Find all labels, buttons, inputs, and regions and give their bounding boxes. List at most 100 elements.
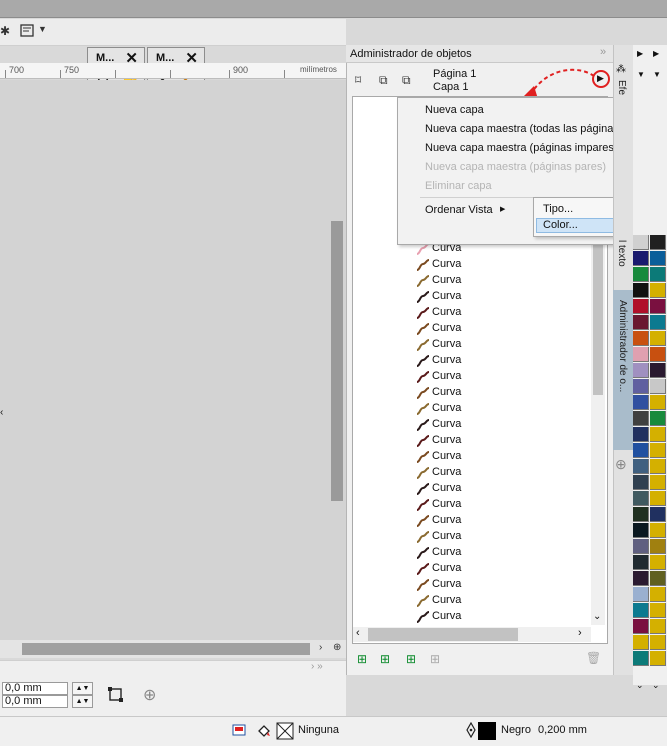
new-master-layer-odd-icon[interactable]: ⊞ bbox=[406, 652, 416, 666]
color-swatch[interactable] bbox=[650, 443, 666, 458]
tree-item-curve[interactable]: Curva bbox=[413, 401, 593, 417]
menu-item-new-layer[interactable]: Nueva capa bbox=[425, 104, 484, 116]
add-docker-icon[interactable]: ⊕ bbox=[615, 456, 627, 473]
new-master-layer-even-icon[interactable]: ⊞ bbox=[430, 652, 440, 666]
tree-item-curve[interactable]: Curva bbox=[413, 273, 593, 289]
color-swatch[interactable] bbox=[633, 603, 649, 618]
color-swatch[interactable] bbox=[633, 555, 649, 570]
effects-tab[interactable]: Efe bbox=[616, 80, 627, 95]
zoom-navigator-icon[interactable]: ⊕ bbox=[333, 642, 341, 653]
color-swatch[interactable] bbox=[633, 379, 649, 394]
palette-scroll-up-icon[interactable]: ▼ bbox=[653, 70, 661, 79]
color-swatch[interactable] bbox=[633, 443, 649, 458]
color-swatch[interactable] bbox=[650, 331, 666, 346]
menu-item-new-master-all[interactable]: Nueva capa maestra (todas las páginas) bbox=[425, 123, 623, 135]
edit-across-layers-icon[interactable]: ⧉ bbox=[379, 73, 388, 88]
color-swatch[interactable] bbox=[650, 507, 666, 522]
color-swatch[interactable] bbox=[650, 315, 666, 330]
panel-expand-icon[interactable]: » bbox=[600, 46, 606, 58]
tree-item-curve[interactable]: Curva bbox=[413, 465, 593, 481]
color-swatch[interactable] bbox=[650, 587, 666, 602]
tree-item-curve[interactable]: Curva bbox=[413, 353, 593, 369]
color-swatch[interactable] bbox=[633, 475, 649, 490]
tree-scroll-right-icon[interactable]: › bbox=[578, 627, 582, 639]
paint-bucket-icon[interactable] bbox=[256, 723, 272, 742]
color-swatch[interactable] bbox=[650, 555, 666, 570]
tree-item-curve[interactable]: Curva bbox=[413, 497, 593, 513]
color-swatch[interactable] bbox=[633, 267, 649, 282]
color-swatch[interactable] bbox=[633, 507, 649, 522]
layer-manager-view-icon[interactable]: ⧉ bbox=[402, 73, 411, 88]
color-swatch[interactable] bbox=[633, 331, 649, 346]
color-swatch[interactable] bbox=[650, 299, 666, 314]
color-swatch[interactable] bbox=[650, 251, 666, 266]
menu-item-sort-view[interactable]: Ordenar Vista bbox=[425, 204, 493, 216]
menu-item-delete-layer[interactable]: Eliminar capa bbox=[425, 180, 492, 192]
gear-icon[interactable]: ✱ bbox=[0, 24, 10, 38]
add-icon[interactable]: ⊕ bbox=[143, 685, 156, 705]
tree-item-curve[interactable]: Curva bbox=[413, 385, 593, 401]
x-spin-buttons[interactable]: ▲▼ bbox=[72, 682, 93, 695]
color-swatch[interactable] bbox=[633, 651, 649, 666]
color-swatch[interactable] bbox=[650, 395, 666, 410]
y-position-field[interactable]: 0,0 mm bbox=[2, 695, 68, 708]
tree-scroll-down-icon[interactable]: ⌄ bbox=[593, 611, 601, 622]
color-swatch[interactable] bbox=[633, 587, 649, 602]
caret-down-icon[interactable]: ▼ bbox=[38, 24, 47, 34]
horizontal-ruler[interactable]: 700 750 900 milímetros bbox=[0, 63, 346, 79]
color-swatch[interactable] bbox=[633, 251, 649, 266]
new-master-layer-all-icon[interactable]: ⊞ bbox=[380, 652, 390, 666]
color-swatch[interactable] bbox=[633, 283, 649, 298]
tree-item-curve[interactable]: Curva bbox=[413, 449, 593, 465]
color-swatch[interactable] bbox=[650, 523, 666, 538]
tree-scroll-left-icon[interactable]: ‹ bbox=[356, 627, 360, 639]
show-properties-icon[interactable]: ⌑ bbox=[355, 73, 361, 87]
tree-item-curve[interactable]: Curva bbox=[413, 561, 593, 577]
objects-tab[interactable]: Administrador de o... bbox=[617, 300, 628, 392]
color-swatch[interactable] bbox=[650, 235, 666, 250]
color-swatch[interactable] bbox=[633, 635, 649, 650]
color-swatch[interactable] bbox=[650, 379, 666, 394]
tree-item-curve[interactable]: Curva bbox=[413, 433, 593, 449]
color-swatch[interactable] bbox=[633, 459, 649, 474]
color-swatch[interactable] bbox=[633, 363, 649, 378]
color-swatch[interactable] bbox=[650, 427, 666, 442]
scroll-right-icon[interactable]: › bbox=[319, 642, 322, 653]
color-swatch[interactable] bbox=[633, 299, 649, 314]
tree-item-curve[interactable]: Curva bbox=[413, 257, 593, 273]
tree-item-curve[interactable]: Curva bbox=[413, 609, 593, 625]
menu-item-new-master-odd[interactable]: Nueva capa maestra (páginas impares) bbox=[425, 142, 618, 154]
pen-nib-icon[interactable] bbox=[465, 721, 477, 741]
tree-item-curve[interactable]: Curva bbox=[413, 321, 593, 337]
x-position-field[interactable]: 0,0 mm bbox=[2, 682, 68, 695]
color-swatch[interactable] bbox=[633, 523, 649, 538]
color-swatch[interactable] bbox=[633, 491, 649, 506]
color-swatch[interactable] bbox=[650, 603, 666, 618]
effects-tab-icon[interactable]: ⁂ bbox=[616, 64, 626, 75]
tree-item-curve[interactable]: Curva bbox=[413, 513, 593, 529]
y-spin-buttons[interactable]: ▲▼ bbox=[72, 695, 93, 708]
color-swatch[interactable] bbox=[633, 315, 649, 330]
color-swatch[interactable] bbox=[650, 619, 666, 634]
submenu-item-color[interactable]: Color... bbox=[543, 219, 578, 231]
vertical-scroll-thumb[interactable] bbox=[331, 221, 343, 501]
tree-item-curve[interactable]: Curva bbox=[413, 545, 593, 561]
tree-item-curve[interactable]: Curva bbox=[413, 289, 593, 305]
tree-item-curve[interactable]: Curva bbox=[413, 305, 593, 321]
color-swatch[interactable] bbox=[650, 267, 666, 282]
color-swatch[interactable] bbox=[633, 427, 649, 442]
color-swatch[interactable] bbox=[633, 571, 649, 586]
color-swatch[interactable] bbox=[650, 459, 666, 474]
tree-hscroll-thumb[interactable] bbox=[368, 628, 518, 641]
color-swatch[interactable] bbox=[633, 347, 649, 362]
tree-item-curve[interactable]: Curva bbox=[413, 481, 593, 497]
color-swatch[interactable] bbox=[650, 347, 666, 362]
color-swatch[interactable] bbox=[650, 283, 666, 298]
color-swatch[interactable] bbox=[650, 571, 666, 586]
scroll-right-double-icon[interactable]: › » bbox=[311, 661, 323, 672]
page-layout-icon[interactable] bbox=[20, 24, 34, 40]
palette-scroll-up-icon[interactable]: ▼ bbox=[637, 70, 645, 79]
tree-item-curve[interactable]: Curva bbox=[413, 577, 593, 593]
flyout-menu-arrow-icon[interactable]: ▶ bbox=[597, 73, 604, 84]
horizontal-scroll-thumb[interactable] bbox=[22, 643, 310, 655]
